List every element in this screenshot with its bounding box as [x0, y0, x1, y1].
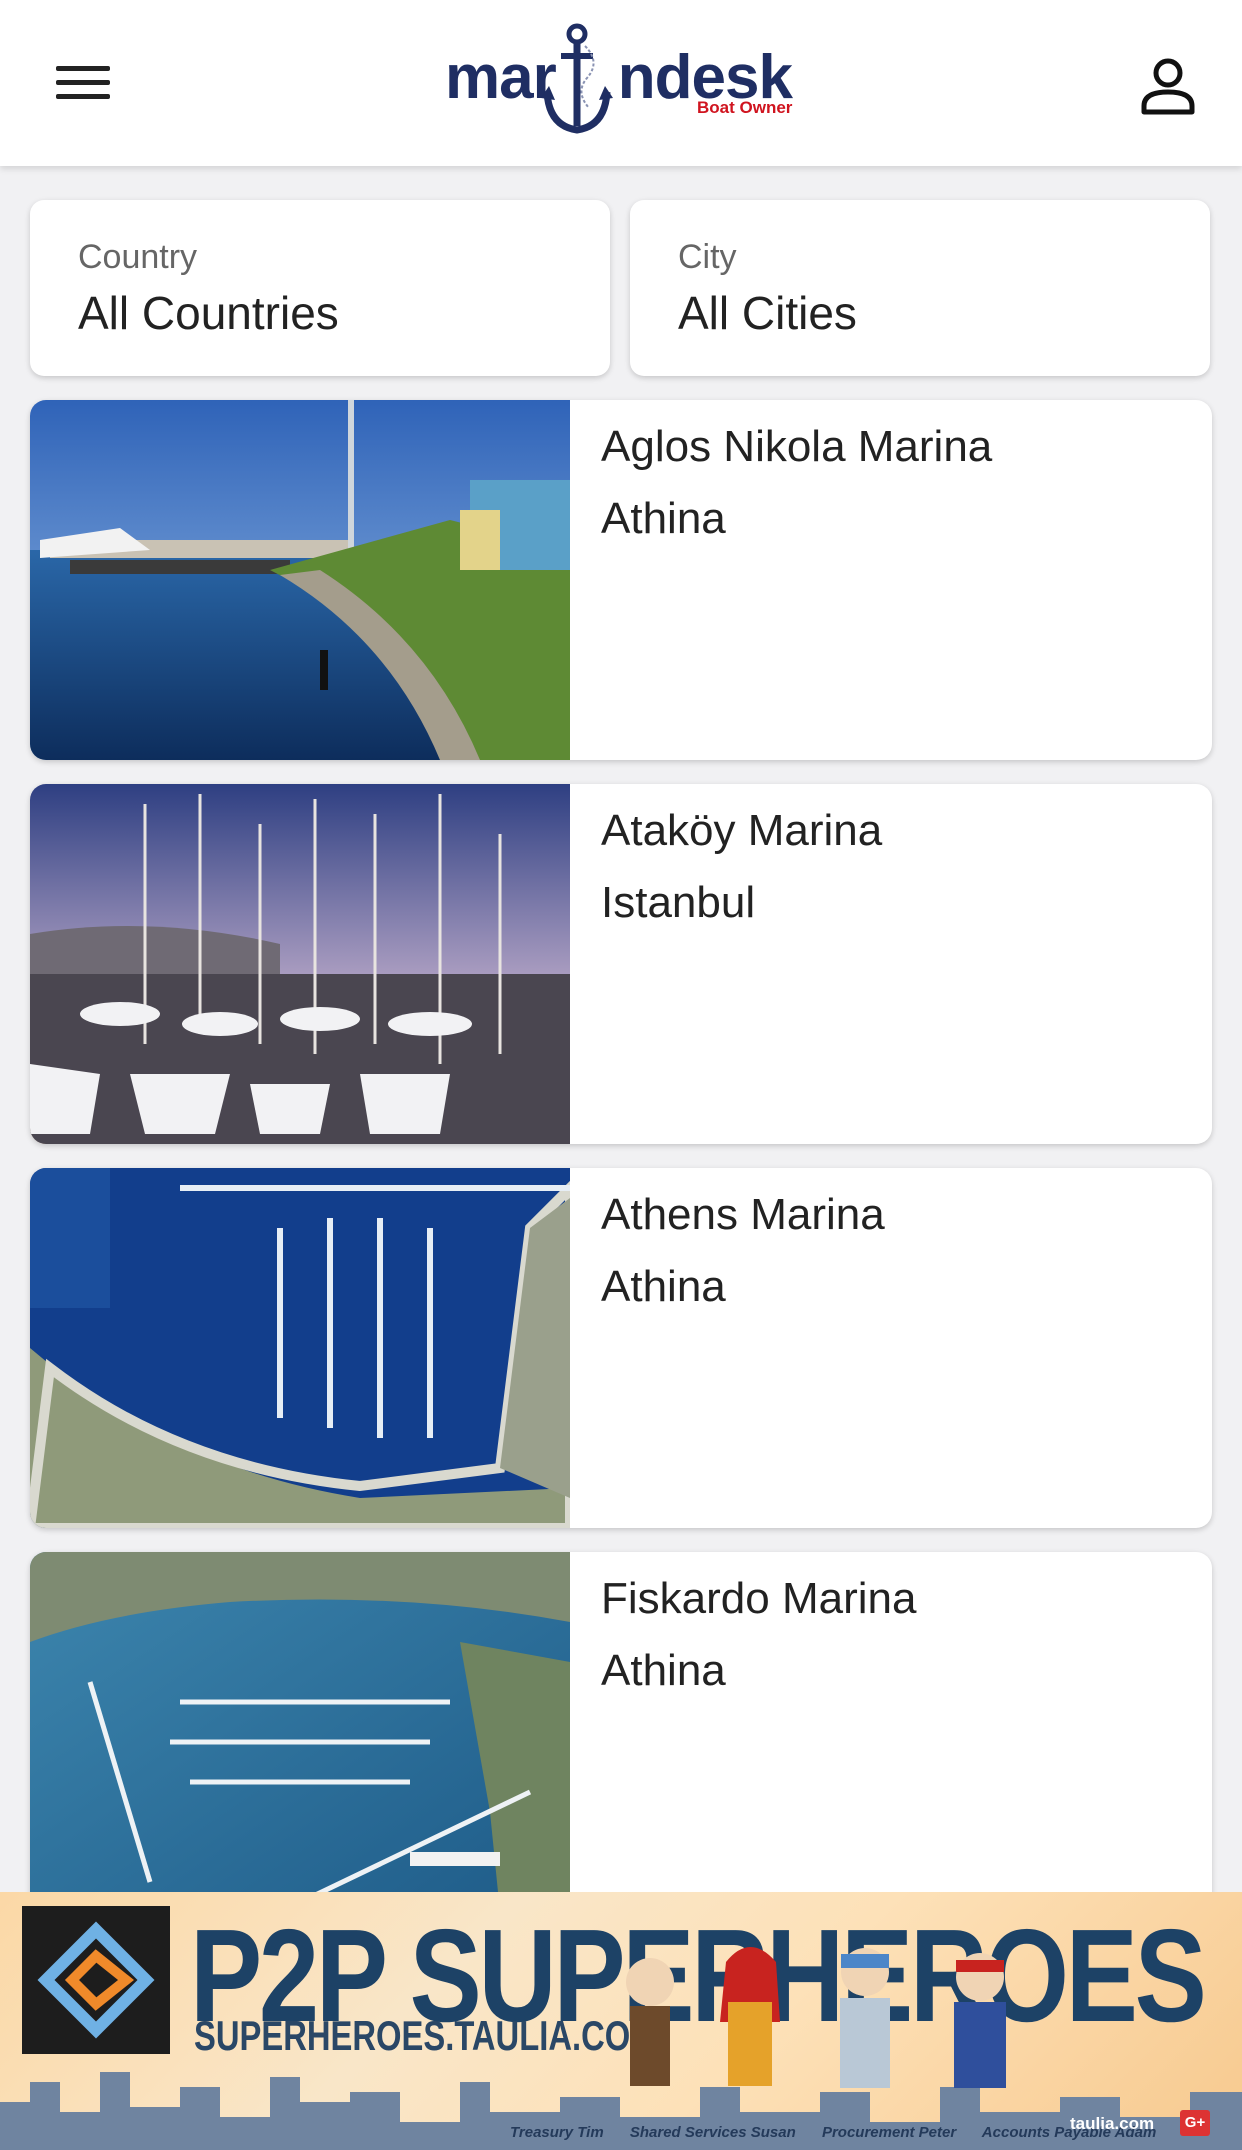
city-filter-value: All Cities [678, 287, 857, 339]
hamburger-menu-icon[interactable] [50, 58, 116, 108]
marina-card[interactable]: Fiskardo Marina Athina [30, 1552, 1212, 1912]
marina-photo [30, 400, 570, 760]
anchor-icon [541, 23, 613, 134]
google-plus-icon[interactable]: G+ [1180, 2110, 1210, 2136]
city-filter-label: City [678, 238, 737, 276]
marina-name: Aglos Nikola Marina [601, 422, 993, 471]
advertisement-banner[interactable]: P2P SUPERHEROES SUPERHEROES.TAULIA.COM T… [0, 1892, 1242, 2150]
marina-card[interactable]: Athens Marina Athina [30, 1168, 1212, 1528]
ad-url: SUPERHEROES.TAULIA.COM [194, 2012, 658, 2059]
marina-photo [30, 784, 570, 1144]
logo-subtitle: Boat Owner [697, 98, 793, 117]
marina-card[interactable]: Ataköy Marina Istanbul [30, 784, 1212, 1144]
ad-caption: Procurement Peter [821, 2124, 957, 2141]
app-header: mar ndesk Boat Owner [0, 0, 1242, 166]
city-filter[interactable]: City All Cities [630, 200, 1210, 376]
marina-photo [30, 1168, 570, 1528]
country-filter-value: All Countries [78, 287, 339, 339]
marina-city: Athina [601, 1646, 726, 1695]
country-filter[interactable]: Country All Countries [30, 200, 610, 376]
ad-caption: Shared Services Susan [629, 2124, 796, 2141]
marina-photo [30, 1552, 570, 1912]
ad-caption: Treasury Tim [510, 2124, 604, 2141]
marina-name: Fiskardo Marina [601, 1574, 917, 1623]
marina-card[interactable]: Aglos Nikola Marina Athina [30, 400, 1212, 760]
ad-domain: taulia.com [1070, 2114, 1155, 2133]
marindesk-logo[interactable]: mar ndesk Boat Owner [445, 22, 795, 144]
marina-name: Athens Marina [601, 1190, 885, 1239]
marina-city: Athina [601, 1262, 726, 1311]
marina-name: Ataköy Marina [601, 806, 883, 855]
country-filter-label: Country [78, 238, 198, 276]
user-profile-icon[interactable] [1140, 56, 1196, 116]
superheroes-illustration [626, 1947, 1006, 2088]
marina-city: Athina [601, 494, 726, 543]
taulia-logo-icon [22, 1906, 170, 2054]
marina-city: Istanbul [601, 878, 756, 927]
